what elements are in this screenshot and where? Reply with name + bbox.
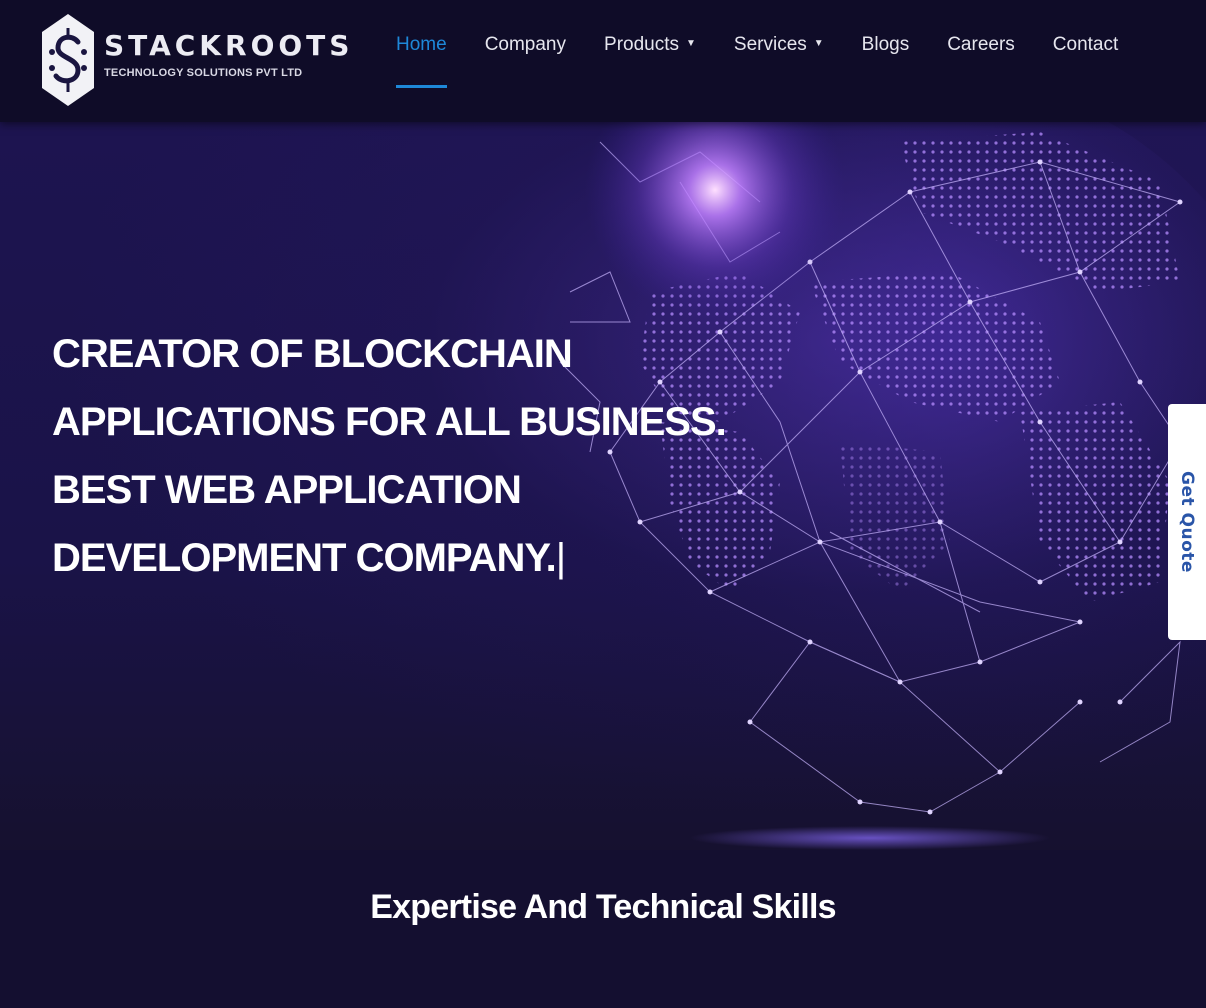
typing-cursor: | <box>555 536 566 580</box>
expertise-section: Expertise And Technical Skills <box>0 850 1206 1008</box>
nav-item-careers[interactable]: Careers <box>947 34 1015 88</box>
hero-line-2: APPLICATIONS FOR ALL BUSINESS. <box>52 400 727 444</box>
nav-item-label: Services <box>733 34 807 55</box>
site-header: STACKROOTS TECHNOLOGY SOLUTIONS PVT LTD … <box>0 0 1206 122</box>
nav-item-contact[interactable]: Contact <box>1053 34 1118 88</box>
nav-item-blogs[interactable]: Blogs <box>862 34 910 88</box>
brand-tagline: TECHNOLOGY SOLUTIONS PVT LTD <box>104 67 303 79</box>
nav-item-home[interactable]: Home <box>396 34 447 88</box>
hero-heading: CREATOR OF BLOCKCHAIN APPLICATIONS FOR A… <box>52 320 727 592</box>
hero-banner: CREATOR OF BLOCKCHAIN APPLICATIONS FOR A… <box>0 122 1206 850</box>
caret-down-icon: ▼ <box>686 37 696 49</box>
nav-item-company[interactable]: Company <box>485 34 566 88</box>
brand-logo[interactable]: STACKROOTS TECHNOLOGY SOLUTIONS PVT LTD <box>40 12 353 108</box>
hexagon-s-logo-icon <box>42 14 94 106</box>
get-quote-label: Get Quote <box>1177 471 1197 573</box>
hero-line-4-text: DEVELOPMENT COMPANY. <box>52 536 557 580</box>
nav-item-products[interactable]: Products ▼ <box>604 34 696 88</box>
main-nav: Home Company Products ▼ Services ▼ Blogs C… <box>396 34 1156 88</box>
nav-item-label: Careers <box>947 34 1015 55</box>
nav-item-label: Blogs <box>861 34 910 55</box>
nav-item-services[interactable]: Services ▼ <box>734 34 824 88</box>
caret-down-icon: ▼ <box>813 37 824 49</box>
nav-item-label: Contact <box>1052 34 1119 55</box>
nav-item-label: Company <box>484 34 567 55</box>
page: STACKROOTS TECHNOLOGY SOLUTIONS PVT LTD … <box>0 0 1206 1008</box>
hero-line-4: DEVELOPMENT COMPANY.| <box>52 524 652 592</box>
hero-line-1: CREATOR OF BLOCKCHAIN <box>52 332 573 376</box>
nav-item-label: Home <box>396 34 447 55</box>
hero-line-3: BEST WEB APPLICATION <box>52 468 522 512</box>
get-quote-tab[interactable]: Get Quote <box>1168 404 1206 640</box>
brand-name: STACKROOTS <box>104 29 354 62</box>
section-title: Expertise And Technical Skills <box>370 888 836 926</box>
nav-item-label: Products <box>604 34 679 55</box>
